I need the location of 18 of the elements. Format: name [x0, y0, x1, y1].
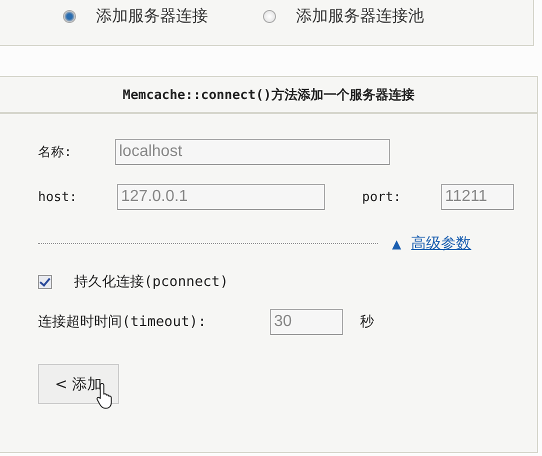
unit-label: 秒	[360, 313, 374, 331]
host-field[interactable]: 127.0.0.1	[117, 184, 325, 210]
field-label: 名称:	[38, 144, 73, 161]
field-label: host:	[38, 190, 78, 204]
timeout-field[interactable]: 30	[270, 309, 343, 335]
port-field[interactable]: 11211	[441, 184, 514, 210]
radio-label: 添加服务器连接池	[296, 6, 424, 27]
advanced-link[interactable]: 高级参数	[411, 234, 472, 253]
field-label: port:	[362, 190, 402, 204]
name-field[interactable]: localhost	[115, 139, 390, 165]
triangle-icon: ▲	[392, 236, 402, 250]
radio-button[interactable]	[263, 10, 276, 23]
panel-title: Memcache::connect()方法添加一个服务器连接	[122, 86, 414, 104]
field-label: 连接超时时间(timeout):	[38, 313, 208, 331]
checkbox[interactable]	[38, 275, 52, 289]
radio-button[interactable]	[63, 10, 76, 23]
checkbox-label: 持久化连接(pconnect)	[74, 273, 228, 291]
radio-label: 添加服务器连接	[96, 6, 208, 27]
